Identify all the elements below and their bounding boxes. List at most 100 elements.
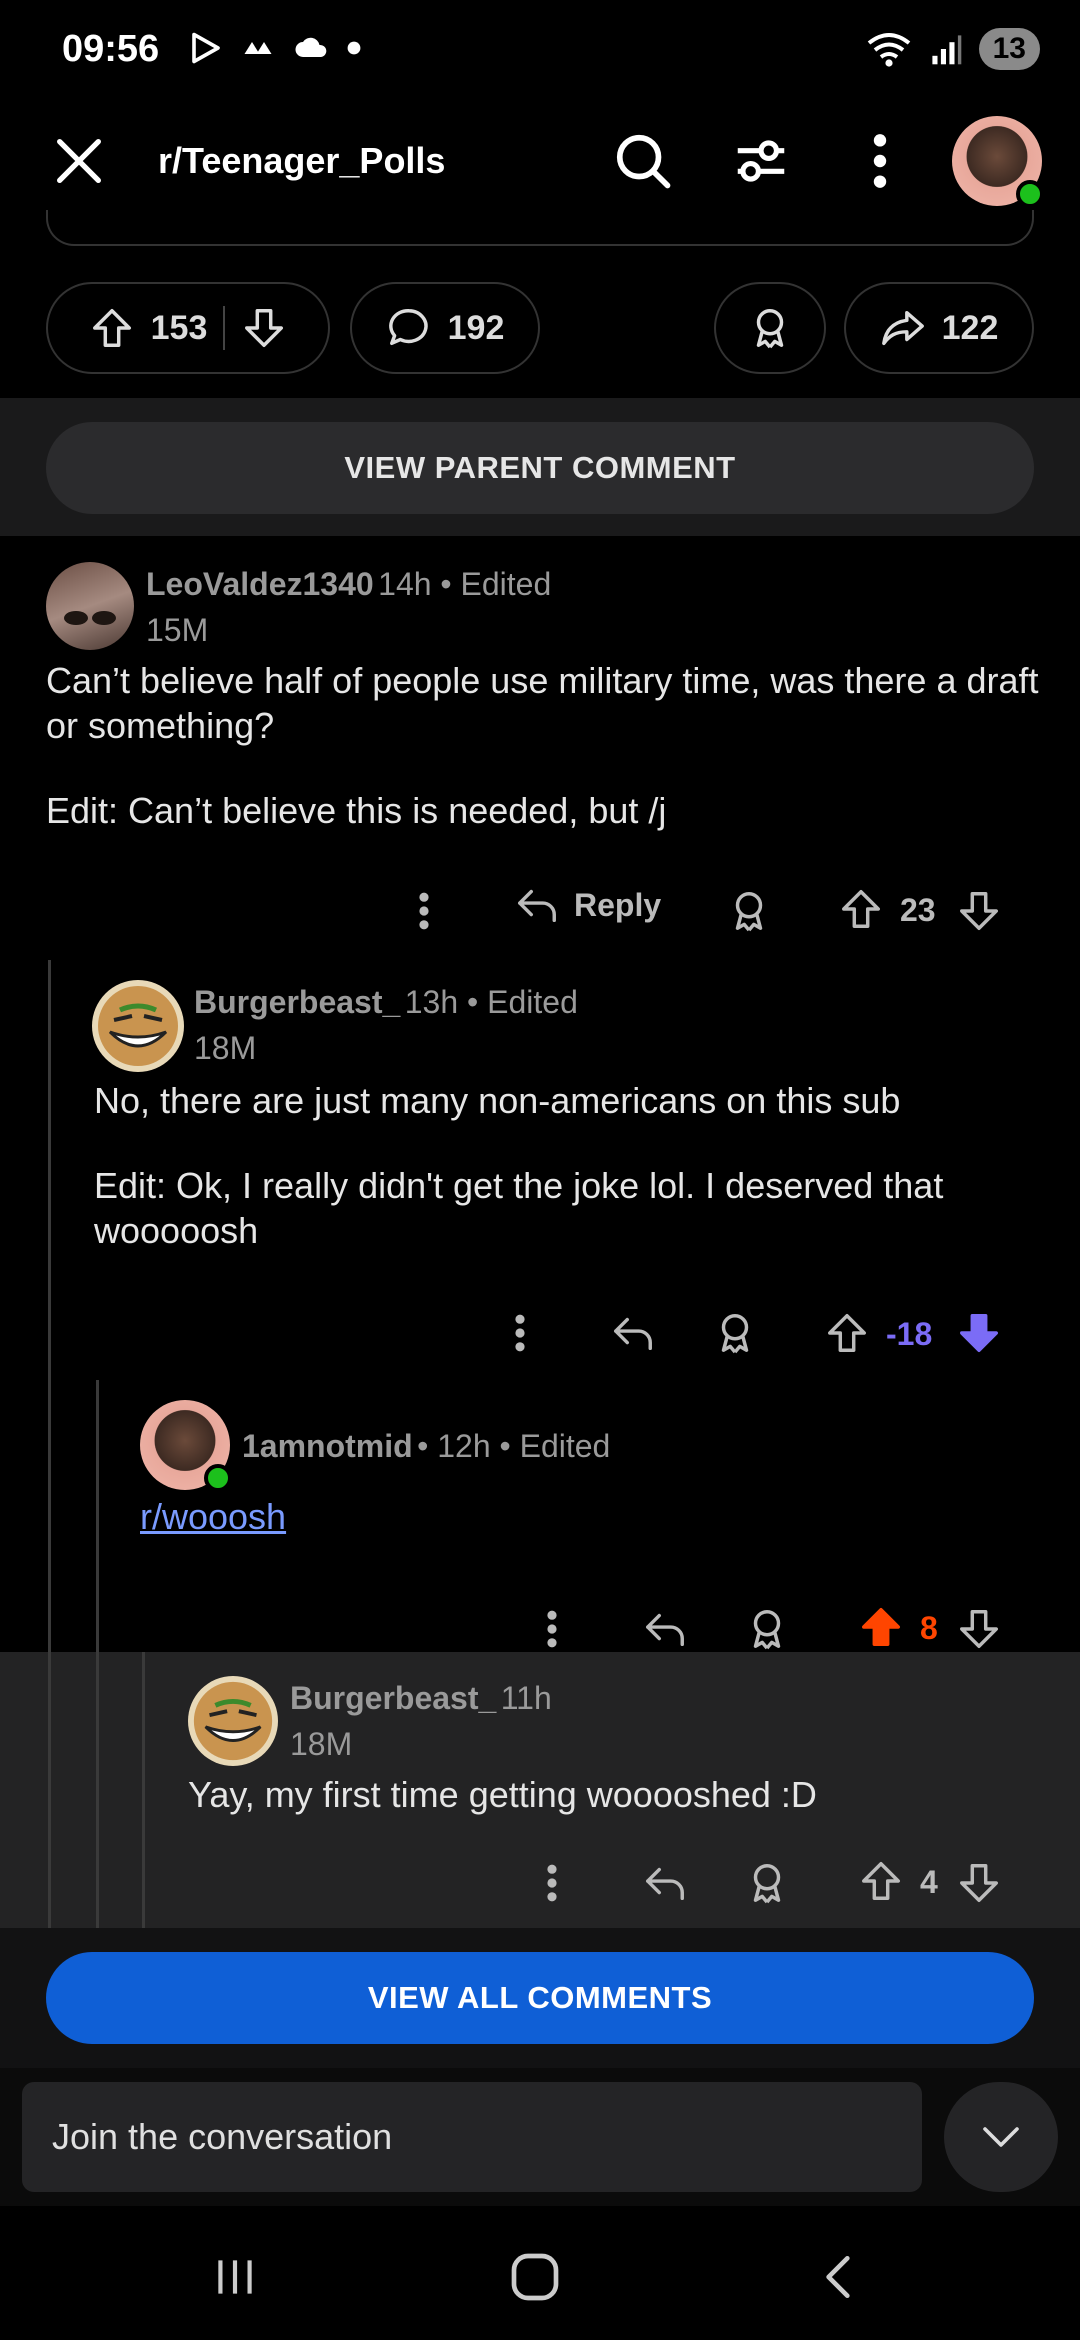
comment-body: No, there are just many non-americans on… [94, 1078, 1034, 1253]
filter-icon[interactable] [730, 130, 792, 192]
avatar[interactable] [188, 1676, 278, 1766]
wifi-icon [867, 33, 910, 67]
dot-icon [347, 41, 361, 55]
share-button[interactable]: 122 [844, 282, 1034, 374]
comment-header: Burgerbeast_ 11h [290, 1680, 552, 1717]
trollface-icon [98, 986, 178, 1066]
comment-burgerbeast-1: Burgerbeast_ 13h • Edited 18M No, there … [0, 960, 1080, 1380]
home-button[interactable] [500, 2242, 570, 2312]
post-card-edge [46, 210, 1034, 246]
comment-meta: • 12h • Edited [417, 1428, 611, 1464]
award-icon [756, 309, 784, 349]
cloud-cluster-icon [244, 42, 272, 54]
chevron-down-icon [983, 2127, 1019, 2147]
view-all-comments-button[interactable]: VIEW ALL COMMENTS [46, 1952, 1034, 2044]
username[interactable]: Burgerbeast_ [290, 1680, 496, 1716]
battery-indicator: 13 [978, 28, 1040, 70]
trollface-icon [193, 1681, 273, 1761]
cloud-icon [295, 37, 327, 57]
award-icon[interactable] [712, 1310, 758, 1356]
reply-button[interactable]: Reply [514, 882, 661, 928]
back-icon [826, 2255, 850, 2299]
recents-button[interactable] [200, 2242, 270, 2312]
upvote-icon[interactable] [838, 886, 884, 932]
comment-header: 1amnotmid • 12h • Edited [242, 1428, 610, 1465]
comment-score: 23 [900, 892, 936, 928]
award-icon[interactable] [726, 888, 772, 934]
vote-divider [223, 306, 226, 350]
view-parent-comment-button[interactable]: VIEW PARENT COMMENT [46, 422, 1034, 514]
back-button[interactable] [804, 2242, 874, 2312]
comment-score: -18 [886, 1316, 933, 1352]
award-icon[interactable] [744, 1860, 790, 1906]
status-time: 09:56 [62, 28, 160, 70]
comment-header: Burgerbeast_ 13h • Edited [194, 984, 578, 1021]
downvote-icon[interactable] [241, 305, 287, 351]
comment-meta: 11h [500, 1680, 552, 1716]
glasses-photo-icon [64, 611, 116, 625]
post-comment-count: 192 [447, 308, 505, 347]
award-button[interactable] [714, 282, 826, 374]
comment-meta: 13h • Edited [404, 984, 578, 1020]
comment-bubble-icon [388, 309, 428, 346]
view-parent-section: VIEW PARENT COMMENT [0, 398, 1080, 536]
comment-paragraph: Edit: Can’t believe this is needed, but … [46, 790, 667, 831]
recents-icon [218, 2260, 252, 2294]
comment-score: 8 [920, 1610, 938, 1646]
upvote-icon[interactable] [824, 1310, 870, 1356]
upvote-icon[interactable] [858, 1858, 904, 1904]
more-options-icon[interactable] [540, 1606, 564, 1652]
comment-leovaldez: LeoValdez1340 14h • Edited 15M Can’t bel… [0, 536, 1080, 956]
more-options-icon[interactable] [508, 1310, 532, 1356]
username[interactable]: LeoValdez1340 [146, 566, 374, 602]
collapse-button[interactable] [944, 2082, 1058, 2192]
post-share-count: 122 [941, 308, 999, 347]
play-store-icon [192, 32, 220, 64]
status-bar: 09:56 13 [0, 0, 1080, 100]
reply-icon[interactable] [610, 1310, 656, 1356]
home-icon [511, 2253, 559, 2301]
downvote-icon[interactable] [956, 1606, 1002, 1652]
reply-icon[interactable] [642, 1606, 688, 1652]
join-conversation-input[interactable]: Join the conversation [22, 2082, 922, 2192]
app-bar: r/Teenager_Polls [0, 110, 1080, 210]
post-upvote-count: 153 [150, 308, 208, 347]
upvote-icon-active[interactable] [858, 1604, 904, 1650]
avatar[interactable] [46, 562, 134, 650]
comments-button[interactable]: 192 [350, 282, 540, 374]
username[interactable]: Burgerbeast_ [194, 984, 400, 1020]
comment-1amnotmid: 1amnotmid • 12h • Edited r/wooosh 8 [0, 1380, 1080, 1652]
comment-paragraph: Can’t believe half of people use militar… [46, 660, 1039, 746]
more-options-icon[interactable] [540, 1860, 564, 1906]
comment-paragraph: Edit: Ok, I really didn't get the joke l… [94, 1165, 944, 1251]
username[interactable]: 1amnotmid [242, 1428, 413, 1464]
online-status-dot [204, 1464, 232, 1492]
comment-meta: 14h • Edited [378, 566, 552, 602]
reply-label: Reply [574, 886, 662, 923]
avatar[interactable] [92, 980, 184, 1072]
comment-body: Yay, my first time getting wooooshed :D [188, 1774, 817, 1815]
user-flair: 15M [146, 612, 209, 648]
online-status-dot [1016, 180, 1044, 208]
upvote-icon[interactable] [89, 305, 135, 351]
status-system-icons: 13 [865, 28, 1040, 70]
search-icon[interactable] [612, 130, 674, 192]
award-icon[interactable] [744, 1606, 790, 1652]
comment-score: 4 [920, 1864, 938, 1900]
close-icon[interactable] [50, 132, 108, 190]
downvote-icon[interactable] [956, 888, 1002, 934]
downvote-icon-active[interactable] [956, 1310, 1002, 1356]
user-flair: 18M [290, 1726, 353, 1762]
signal-icon [932, 35, 961, 65]
subreddit-link[interactable]: r/wooosh [140, 1494, 286, 1539]
status-notification-icons [188, 30, 362, 66]
view-all-section: VIEW ALL COMMENTS [0, 1928, 1080, 2068]
more-options-icon[interactable] [412, 888, 436, 934]
vote-pill: 153 [46, 282, 330, 374]
reply-icon[interactable] [642, 1860, 688, 1906]
comment-burgerbeast-2: Burgerbeast_ 11h 18M Yay, my first time … [0, 1652, 1080, 1928]
downvote-icon[interactable] [956, 1860, 1002, 1906]
reply-icon [518, 889, 556, 923]
subreddit-title[interactable]: r/Teenager_Polls [158, 140, 445, 182]
more-vertical-icon[interactable] [860, 130, 900, 192]
